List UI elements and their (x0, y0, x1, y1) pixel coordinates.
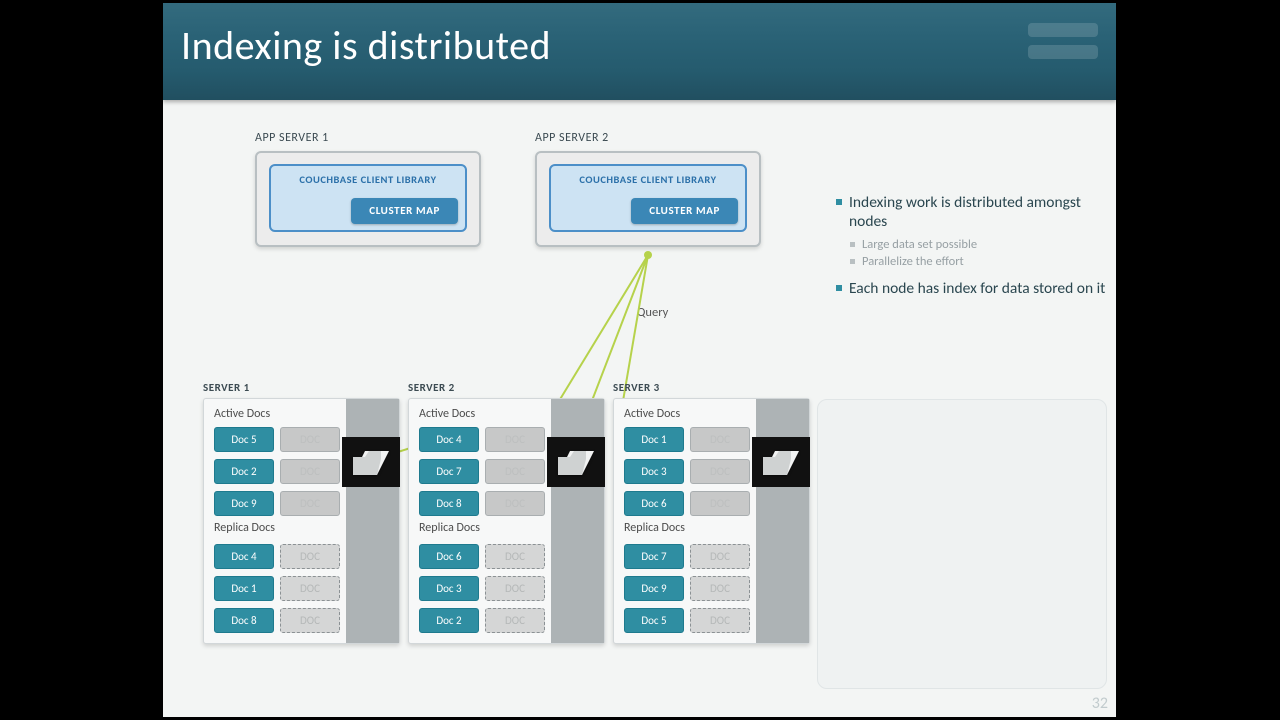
server-2-box: Active Docs Doc 4 DOC Doc 7 DOC Doc 8 DO… (408, 398, 605, 644)
doc-chip: Doc 7 (624, 544, 684, 569)
doc-chip: Doc 3 (419, 576, 479, 601)
doc-chip-empty: DOC (485, 608, 545, 633)
folder-icon (752, 437, 810, 487)
client-library-2-label: COUCHBASE CLIENT LIBRARY (551, 173, 745, 186)
server-2: SERVER 2 Active Docs Doc 4 DOC Doc 7 DOC… (408, 381, 603, 644)
query-label: Query (637, 305, 668, 320)
server-3-side (756, 399, 809, 643)
doc-chip-empty: DOC (485, 491, 545, 516)
app-server-1-label: APP SERVER 1 (255, 131, 481, 145)
doc-chip: Doc 6 (419, 544, 479, 569)
doc-chip: Doc 8 (419, 491, 479, 516)
server-3: SERVER 3 Active Docs Doc 1 DOC Doc 3 DOC… (613, 381, 808, 644)
slide-title: Indexing is distributed (181, 21, 551, 70)
doc-chip: Doc 7 (419, 459, 479, 484)
doc-chip: Doc 2 (214, 459, 274, 484)
folder-icon (342, 437, 400, 487)
server-2-label: SERVER 2 (408, 381, 603, 394)
doc-chip-empty: DOC (280, 576, 340, 601)
server-2-active-title: Active Docs (419, 407, 475, 421)
doc-chip: Doc 5 (214, 427, 274, 452)
server-3-box: Active Docs Doc 1 DOC Doc 3 DOC Doc 6 DO… (613, 398, 810, 644)
doc-chip-empty: DOC (280, 544, 340, 569)
doc-chip: Doc 5 (624, 608, 684, 633)
doc-chip: Doc 9 (214, 491, 274, 516)
client-library-2: COUCHBASE CLIENT LIBRARY CLUSTER MAP (549, 164, 747, 232)
bullet-main-2: Each node has index for data stored on i… (836, 279, 1106, 298)
doc-chip: Doc 2 (419, 608, 479, 633)
bullet-main-1: Indexing work is distributed amongst nod… (836, 193, 1106, 231)
notes-panel-bg (817, 399, 1107, 689)
bullet-sub-2: Parallelize the effort (836, 254, 1106, 269)
notes: Indexing work is distributed amongst nod… (836, 193, 1106, 304)
doc-chip-empty: DOC (485, 576, 545, 601)
doc-chip: Doc 1 (214, 576, 274, 601)
title-ornament (1028, 23, 1108, 79)
doc-chip-empty: DOC (280, 491, 340, 516)
doc-chip-empty: DOC (485, 544, 545, 569)
server-1-label: SERVER 1 (203, 381, 398, 394)
doc-chip-empty: DOC (690, 491, 750, 516)
doc-chip-empty: DOC (690, 576, 750, 601)
doc-chip: Doc 9 (624, 576, 684, 601)
server-1-replica-title: Replica Docs (214, 521, 275, 535)
doc-chip: Doc 6 (624, 491, 684, 516)
folder-icon (547, 437, 605, 487)
doc-chip-empty: DOC (690, 608, 750, 633)
title-bar: Indexing is distributed (163, 3, 1116, 100)
server-3-replica-title: Replica Docs (624, 521, 685, 535)
server-3-label: SERVER 3 (613, 381, 808, 394)
doc-chip: Doc 4 (214, 544, 274, 569)
server-2-side (551, 399, 604, 643)
doc-chip: Doc 8 (214, 608, 274, 633)
server-2-replica-title: Replica Docs (419, 521, 480, 535)
client-library-1-label: COUCHBASE CLIENT LIBRARY (271, 173, 465, 186)
page-number: 32 (1092, 694, 1108, 713)
doc-chip-empty: DOC (690, 427, 750, 452)
doc-chip-empty: DOC (690, 544, 750, 569)
server-1-active-title: Active Docs (214, 407, 270, 421)
doc-chip: Doc 3 (624, 459, 684, 484)
doc-chip-empty: DOC (280, 427, 340, 452)
client-library-1: COUCHBASE CLIENT LIBRARY CLUSTER MAP (269, 164, 467, 232)
doc-chip-empty: DOC (485, 459, 545, 484)
doc-chip-empty: DOC (690, 459, 750, 484)
cluster-map-1: CLUSTER MAP (351, 198, 458, 224)
app-server-1: APP SERVER 1 COUCHBASE CLIENT LIBRARY CL… (255, 131, 481, 247)
app-server-2-box: COUCHBASE CLIENT LIBRARY CLUSTER MAP (535, 151, 761, 247)
cluster-map-2: CLUSTER MAP (631, 198, 738, 224)
doc-chip-empty: DOC (485, 427, 545, 452)
server-1-side (346, 399, 399, 643)
doc-chip: Doc 4 (419, 427, 479, 452)
app-server-2-label: APP SERVER 2 (535, 131, 761, 145)
bullet-sub-1: Large data set possible (836, 237, 1106, 252)
server-1: SERVER 1 Active Docs Doc 5 DOC Doc 2 DOC… (203, 381, 398, 644)
doc-chip-empty: DOC (280, 608, 340, 633)
app-server-1-box: COUCHBASE CLIENT LIBRARY CLUSTER MAP (255, 151, 481, 247)
doc-chip-empty: DOC (280, 459, 340, 484)
server-1-box: Active Docs Doc 5 DOC Doc 2 DOC Doc 9 DO… (203, 398, 400, 644)
doc-chip: Doc 1 (624, 427, 684, 452)
server-3-active-title: Active Docs (624, 407, 680, 421)
app-server-2: APP SERVER 2 COUCHBASE CLIENT LIBRARY CL… (535, 131, 761, 247)
